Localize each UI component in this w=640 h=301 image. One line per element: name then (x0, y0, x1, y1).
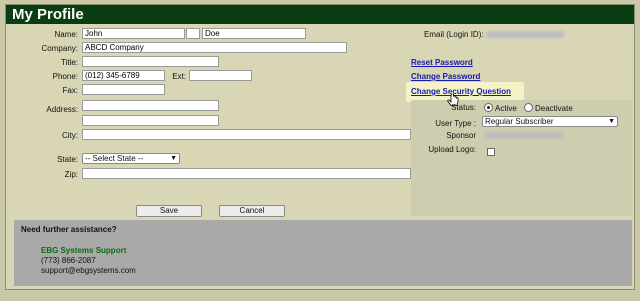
fax-label: Fax: (62, 86, 78, 95)
support-email: support@ebgsystems.com (41, 266, 136, 275)
phone-label: Phone: (52, 72, 78, 81)
upload-logo-label: Upload Logo: (428, 145, 476, 154)
email-label: Email (Login ID): (424, 30, 484, 39)
status-deactivate-label: Deactivate (535, 104, 573, 113)
state-selected-value: -- Select State -- (85, 154, 144, 163)
page-title: My Profile (12, 6, 84, 23)
user-type-select[interactable]: Regular Subscriber ▼ (482, 116, 618, 127)
phone-input[interactable]: (012) 345-6789 (82, 70, 165, 81)
cancel-button[interactable]: Cancel (219, 205, 285, 217)
user-type-selected-value: Regular Subscriber (485, 117, 554, 126)
last-name-input[interactable]: Doe (202, 28, 306, 39)
email-value-redacted (486, 31, 564, 38)
state-label: State: (57, 155, 78, 164)
user-type-label: User Type : (435, 119, 476, 128)
city-label: City: (62, 131, 78, 140)
zip-input[interactable] (82, 168, 411, 179)
status-active-radio[interactable] (484, 103, 493, 112)
title-bar: My Profile (6, 5, 634, 24)
address-label: Address: (46, 105, 78, 114)
change-security-question-link[interactable]: Change Security Question (411, 87, 511, 96)
city-input[interactable] (82, 129, 411, 140)
company-label: Company: (41, 44, 78, 53)
fax-input[interactable] (82, 84, 165, 95)
change-password-link[interactable]: Change Password (411, 72, 480, 81)
status-label: Status: (451, 103, 476, 112)
upload-logo-checkbox[interactable] (487, 148, 495, 156)
sponsor-value-redacted (484, 132, 564, 139)
company-input[interactable]: ABCD Company (82, 42, 347, 53)
title-input[interactable] (82, 56, 219, 67)
support-phone: (773) 866-2087 (41, 256, 96, 265)
ext-input[interactable] (189, 70, 252, 81)
profile-frame: My Profile Name: John Doe Company: ABCD … (5, 4, 635, 290)
status-deactivate-radio[interactable] (524, 103, 533, 112)
sponsor-label: Sponsor (446, 131, 476, 140)
zip-label: Zip: (64, 170, 78, 179)
first-name-input[interactable]: John (82, 28, 185, 39)
state-select[interactable]: -- Select State -- ▼ (82, 153, 180, 164)
address1-input[interactable] (82, 100, 219, 111)
ext-label: Ext: (172, 72, 186, 81)
support-footer: Need further assistance? EBG Systems Sup… (14, 220, 632, 286)
chevron-down-icon: ▼ (608, 118, 615, 125)
title-label: Title: (60, 58, 78, 67)
chevron-down-icon: ▼ (170, 155, 177, 162)
support-name: EBG Systems Support (41, 246, 127, 255)
address2-input[interactable] (82, 115, 219, 126)
reset-password-link[interactable]: Reset Password (411, 58, 473, 67)
save-button[interactable]: Save (136, 205, 202, 217)
name-label: Name: (54, 30, 78, 39)
status-active-label: Active (495, 104, 517, 113)
support-heading: Need further assistance? (21, 225, 117, 234)
middle-initial-input[interactable] (186, 28, 200, 39)
